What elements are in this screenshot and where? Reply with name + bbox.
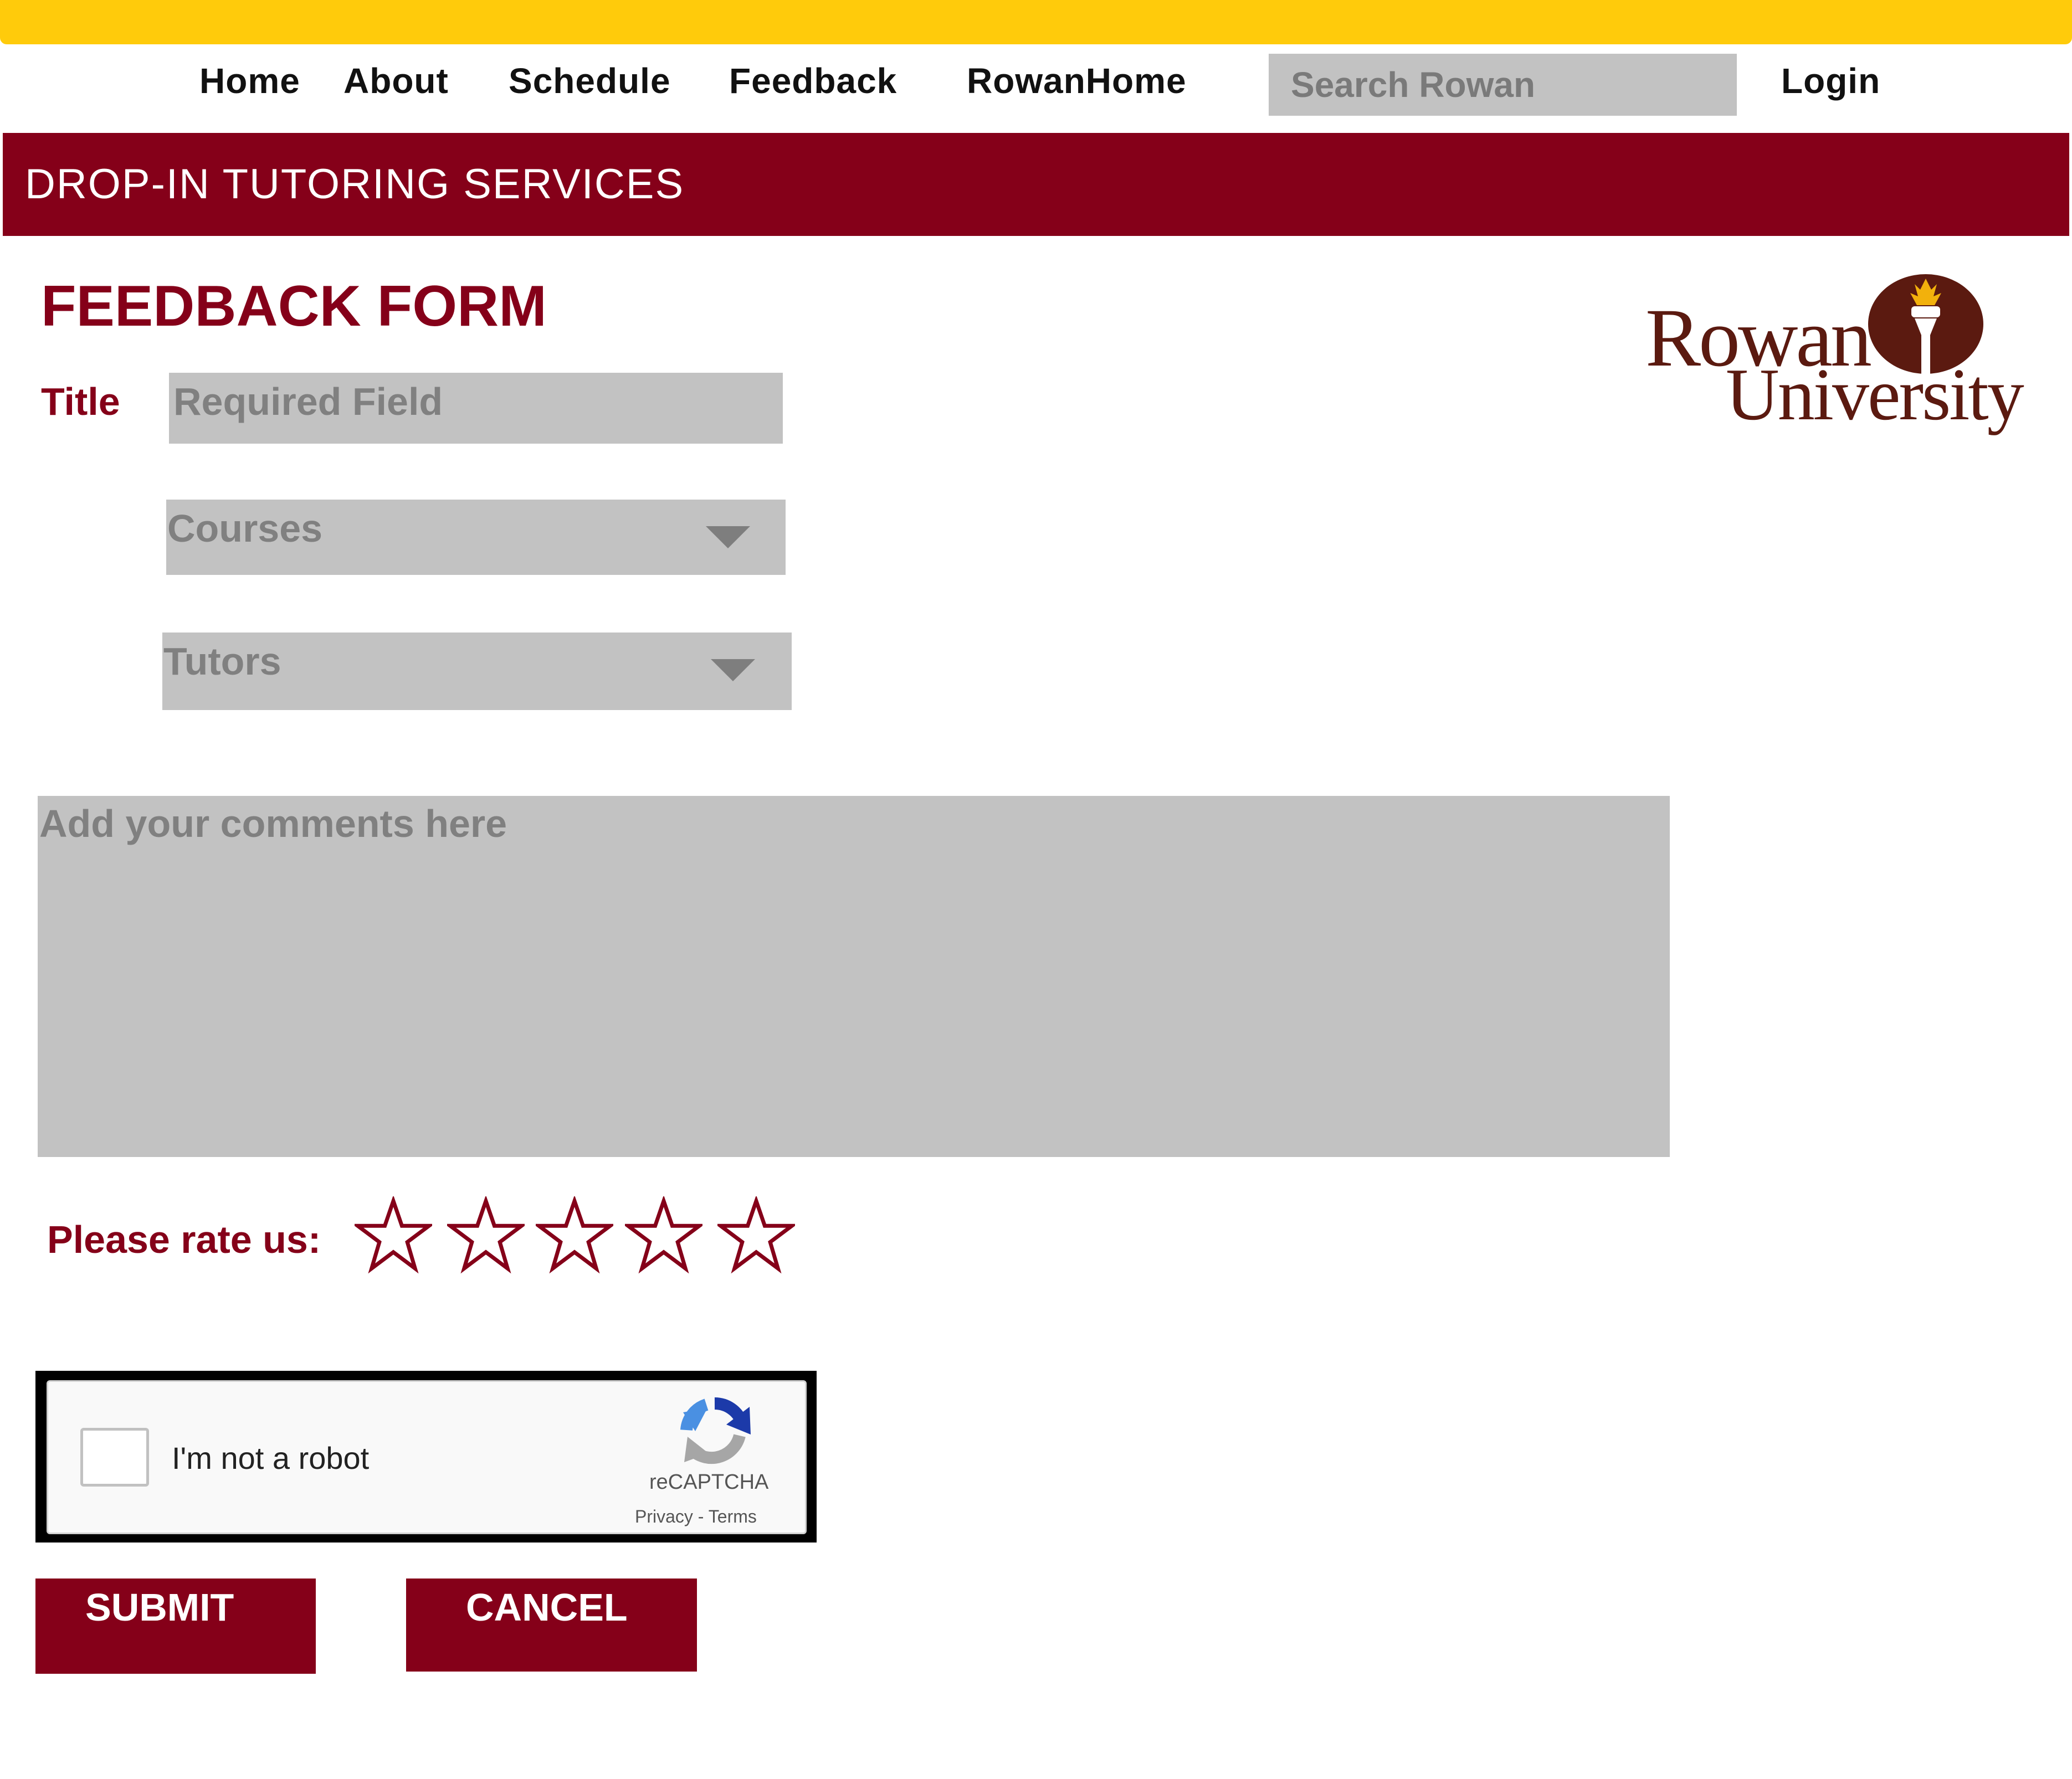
rating-label: Please rate us: — [47, 1218, 321, 1261]
torch-icon — [1868, 274, 1983, 379]
title-label: Title — [41, 380, 120, 423]
nav-link-rowanhome[interactable]: RowanHome — [967, 58, 1187, 104]
nav-link-schedule[interactable]: Schedule — [509, 58, 671, 104]
chevron-down-icon — [706, 526, 750, 548]
courses-select-value: Courses — [167, 507, 323, 550]
rowan-logo: Rowan University — [1640, 274, 2055, 446]
courses-select[interactable]: Courses — [166, 500, 786, 575]
star-icon-3[interactable] — [536, 1196, 613, 1274]
top-accent-bar — [0, 0, 2072, 44]
title-input[interactable]: Required Field — [169, 373, 783, 444]
star-icon-5[interactable] — [717, 1196, 795, 1274]
nav-link-home[interactable]: Home — [199, 58, 300, 104]
cancel-button-label: CANCEL — [466, 1586, 628, 1629]
nav-link-feedback[interactable]: Feedback — [729, 58, 897, 104]
recaptcha-icon — [680, 1397, 751, 1464]
search-input[interactable] — [1269, 54, 1737, 116]
recaptcha-checkbox[interactable] — [80, 1428, 149, 1487]
recaptcha-privacy-terms[interactable]: Privacy - Terms — [635, 1507, 757, 1527]
star-icon-4[interactable] — [625, 1196, 702, 1274]
comments-placeholder: Add your comments here — [39, 802, 507, 845]
chevron-down-icon — [711, 659, 755, 681]
tutors-select-value: Tutors — [163, 640, 281, 683]
login-link[interactable]: Login — [1781, 58, 1880, 104]
cancel-button[interactable]: CANCEL — [406, 1579, 697, 1672]
tutors-select[interactable]: Tutors — [162, 633, 792, 710]
comments-textarea[interactable]: Add your comments here — [38, 796, 1670, 1157]
star-icon-1[interactable] — [355, 1196, 432, 1274]
submit-button-label: SUBMIT — [85, 1586, 234, 1629]
recaptcha-brand: reCAPTCHA — [649, 1470, 769, 1494]
site-banner: DROP-IN TUTORING SERVICES — [3, 133, 2069, 236]
page-title: FEEDBACK FORM — [41, 274, 547, 338]
title-input-placeholder: Required Field — [173, 380, 443, 423]
banner-title: DROP-IN TUTORING SERVICES — [25, 161, 685, 208]
submit-button[interactable]: SUBMIT — [35, 1579, 316, 1674]
recaptcha-label: I'm not a robot — [172, 1441, 370, 1475]
star-icon-2[interactable] — [447, 1196, 525, 1274]
nav-link-about[interactable]: About — [343, 58, 449, 104]
